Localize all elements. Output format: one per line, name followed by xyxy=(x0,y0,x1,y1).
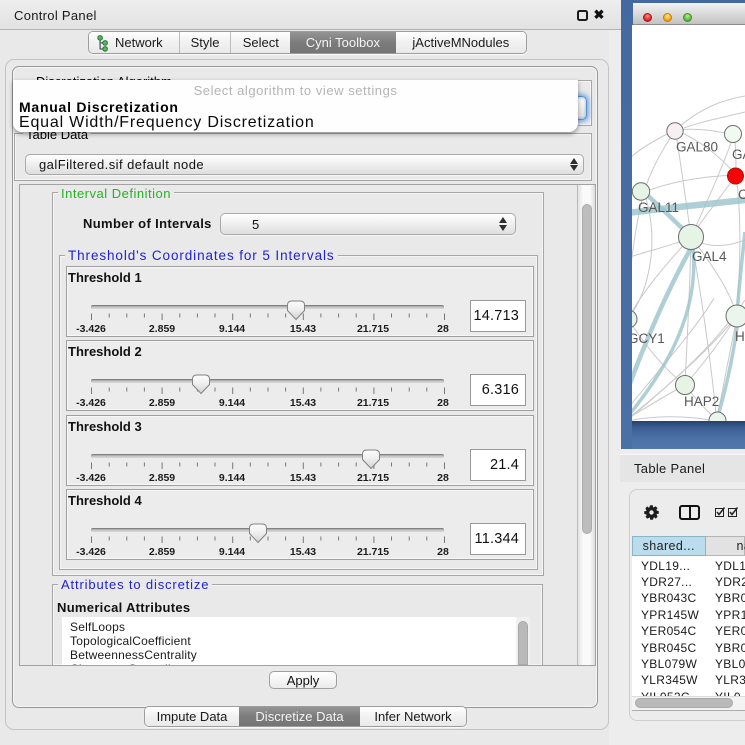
svg-text:H: H xyxy=(735,329,745,344)
svg-text:GA: GA xyxy=(732,147,745,162)
svg-text:GAL80: GAL80 xyxy=(676,140,718,155)
svg-text:HAP2: HAP2 xyxy=(684,394,719,409)
svg-text:GAL11: GAL11 xyxy=(638,200,679,215)
svg-text:C: C xyxy=(738,187,745,202)
svg-text:GAL4: GAL4 xyxy=(692,249,727,264)
svg-text:GCY1: GCY1 xyxy=(632,331,665,346)
